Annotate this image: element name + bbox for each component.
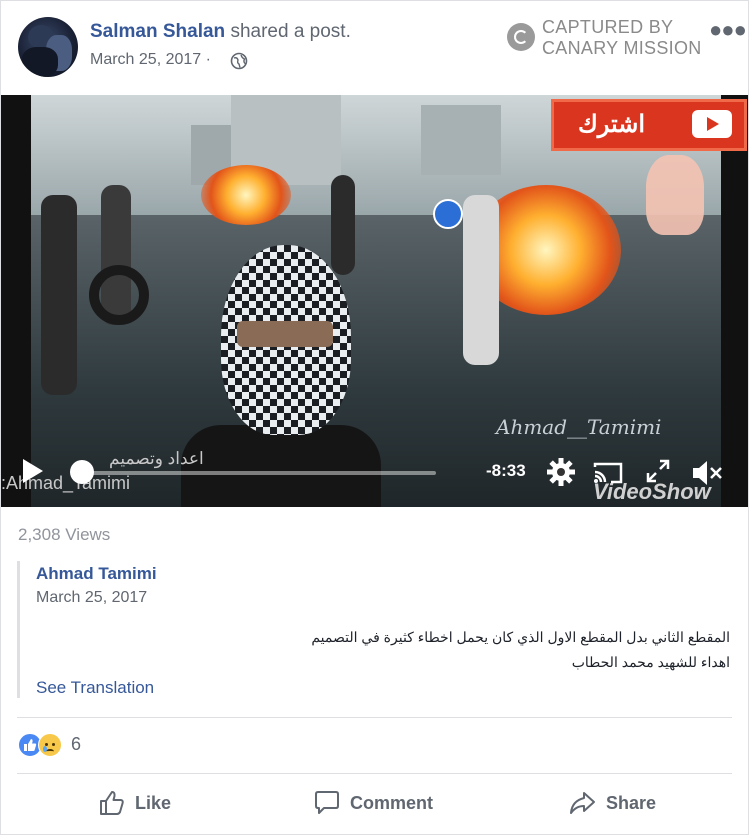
share-label: Share [606, 793, 657, 813]
watermark-line-2: CANARY MISSION [542, 38, 702, 58]
share-button[interactable]: Share [568, 789, 668, 819]
video-player[interactable]: اشترك Ahmad__Tamimi اعداد وتصميم :Ahmad_… [1, 95, 748, 507]
author-avatar[interactable] [18, 17, 78, 77]
divider [17, 717, 732, 718]
comment-icon [315, 791, 339, 814]
divider [17, 773, 732, 774]
post-action-text: shared a post. [225, 21, 351, 42]
see-translation-link[interactable]: See Translation [36, 678, 154, 698]
canary-mission-watermark: CAPTURED BY CANARY MISSION [507, 17, 701, 61]
play-icon[interactable] [23, 459, 43, 483]
more-options-icon[interactable]: ●●● [709, 17, 747, 43]
pointing-hand-icon [646, 155, 704, 235]
post-text-line-1: المقطع الثاني بدل المقطع الاول الذي كان … [311, 629, 730, 645]
post-text-line-2: اهداء للشهيد محمد الحطاب [571, 654, 730, 670]
video-handle-watermark: Ahmad__Tamimi [496, 415, 662, 439]
post-date[interactable]: March 25, 2017 · [90, 51, 211, 69]
shared-post-border [17, 561, 20, 698]
sad-reaction-icon [38, 733, 62, 757]
reaction-count[interactable]: 6 [71, 734, 81, 755]
comment-label: Comment [350, 793, 434, 813]
post-header-line: Salman Shalan shared a post. [90, 21, 351, 43]
mute-icon[interactable] [691, 458, 723, 488]
post-card: Salman Shalan shared a post. March 25, 2… [0, 0, 749, 835]
view-count: 2,308 Views [18, 525, 111, 544]
youtube-play-icon [692, 110, 732, 138]
thumbs-up-icon [100, 791, 124, 815]
watermark-line-1: CAPTURED BY [542, 17, 674, 37]
cast-icon[interactable] [593, 461, 623, 485]
seek-bar[interactable] [83, 471, 436, 475]
like-button[interactable]: Like [98, 789, 178, 819]
like-label: Like [135, 793, 172, 813]
author-name-link[interactable]: Salman Shalan [90, 21, 225, 42]
original-post-date[interactable]: March 25, 2017 [36, 589, 147, 607]
comment-button[interactable]: Comment [313, 789, 453, 819]
road-sign [433, 199, 463, 229]
globe-icon [230, 52, 248, 70]
subscribe-overlay: اشترك [551, 99, 747, 151]
time-remaining: -8:33 [486, 461, 526, 480]
canary-logo-icon [507, 23, 535, 51]
original-author-link[interactable]: Ahmad Tamimi [36, 564, 157, 584]
fullscreen-icon[interactable] [646, 459, 670, 483]
video-controls: -8:33 [1, 449, 748, 499]
seek-handle[interactable] [70, 460, 94, 484]
gear-icon[interactable] [546, 457, 576, 487]
share-arrow-icon [570, 792, 595, 814]
